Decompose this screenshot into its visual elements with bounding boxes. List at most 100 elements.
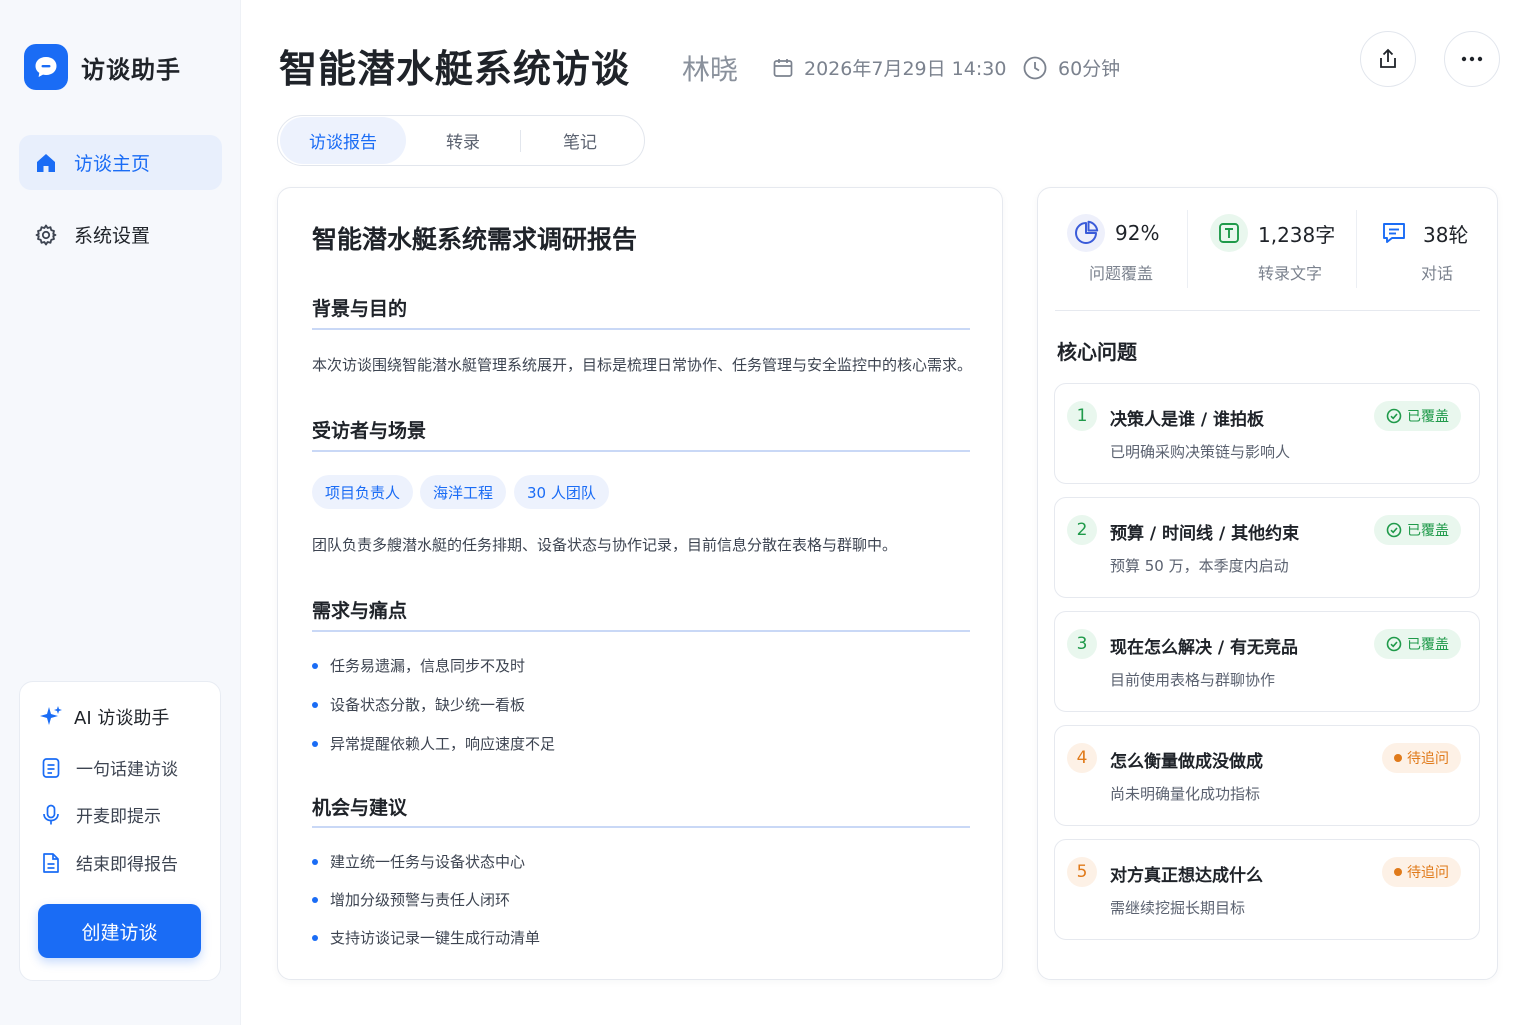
core-questions-title: 核心问题 bbox=[1057, 340, 1137, 364]
feature-label: 开麦即提示 bbox=[76, 807, 161, 827]
pie-chart-icon bbox=[1067, 214, 1105, 252]
list-item: 异常提醒依赖人工，响应速度不足 bbox=[312, 733, 555, 754]
panel-divider bbox=[1055, 310, 1480, 311]
question-card[interactable]: 1 决策人是谁 / 谁拍板 已明确采购决策链与影响人 已覆盖 bbox=[1054, 383, 1480, 484]
microphone-icon bbox=[40, 804, 62, 826]
section-divider bbox=[312, 328, 970, 330]
question-number: 1 bbox=[1067, 401, 1097, 431]
summary-panel: 92% 问题覆盖 1,238字 转录文字 38轮 对话 核心问题 1 决策人是谁… bbox=[1037, 187, 1498, 980]
question-title: 现在怎么解决 / 有无竞品 bbox=[1110, 638, 1299, 658]
status-badge: 已覆盖 bbox=[1374, 401, 1461, 431]
list-item: 支持访谈记录一键生成行动清单 bbox=[312, 927, 540, 948]
tag-ocean-engineering: 海洋工程 bbox=[420, 475, 507, 509]
question-card[interactable]: 2 预算 / 时间线 / 其他约束 预算 50 万，本季度内启动 已覆盖 bbox=[1054, 497, 1480, 598]
interview-duration: 60分钟 bbox=[1022, 54, 1120, 81]
list-item: 任务易遗漏，信息同步不及时 bbox=[312, 655, 525, 676]
datetime-text: 2026年7月29日 14:30 bbox=[804, 58, 1007, 80]
ai-card-title-text: AI 访谈助手 bbox=[74, 708, 170, 729]
share-button[interactable] bbox=[1360, 31, 1416, 87]
home-icon bbox=[34, 151, 58, 175]
tab-notes[interactable]: 笔记 bbox=[521, 116, 639, 165]
stat-dialog-rounds: 38轮 对话 bbox=[1375, 214, 1468, 283]
question-number: 3 bbox=[1067, 629, 1097, 659]
ai-assistant-card: AI 访谈助手 一句话建访谈 开麦即提示 结束即得报告 创建访谈 bbox=[19, 681, 221, 981]
text-icon bbox=[1210, 214, 1248, 252]
question-summary: 需继续挖掘长期目标 bbox=[1110, 899, 1246, 917]
feature-mic-prompt: 开麦即提示 bbox=[40, 802, 161, 827]
question-summary: 预算 50 万，本季度内启动 bbox=[1110, 557, 1289, 575]
section-heading-background: 背景与目的 bbox=[312, 298, 408, 320]
chat-icon bbox=[1375, 214, 1413, 252]
status-badge: 待追问 bbox=[1382, 743, 1461, 773]
status-text: 已覆盖 bbox=[1407, 637, 1449, 653]
stat-value: 92% bbox=[1115, 221, 1160, 245]
list-item-text: 任务易遗漏，信息同步不及时 bbox=[330, 657, 526, 675]
create-interview-button[interactable]: 创建访谈 bbox=[38, 904, 201, 958]
tab-report[interactable]: 访谈报告 bbox=[280, 117, 406, 164]
status-badge: 已覆盖 bbox=[1374, 515, 1461, 545]
stat-divider bbox=[1187, 210, 1188, 288]
feature-instant-report: 结束即得报告 bbox=[40, 850, 178, 875]
tag-team-size: 30 人团队 bbox=[514, 475, 609, 509]
list-item-text: 建立统一任务与设备状态中心 bbox=[330, 853, 526, 871]
status-text: 已覆盖 bbox=[1407, 409, 1449, 425]
status-text: 已覆盖 bbox=[1407, 523, 1449, 539]
list-item-text: 支持访谈记录一键生成行动清单 bbox=[330, 929, 541, 947]
check-circle-icon bbox=[1386, 636, 1402, 652]
page-title: 智能潜水艇系统访谈 bbox=[279, 47, 631, 91]
tab-transcript[interactable]: 转录 bbox=[406, 116, 520, 165]
brand[interactable]: 访谈助手 bbox=[24, 44, 181, 90]
stat-value: 1,238字 bbox=[1258, 222, 1336, 247]
interview-datetime: 2026年7月29日 14:30 bbox=[772, 54, 1006, 81]
clock-icon bbox=[1022, 55, 1048, 81]
interviewer-name: 林晓 bbox=[682, 53, 739, 86]
report-icon bbox=[40, 852, 62, 874]
question-card[interactable]: 5 对方真正想达成什么 需继续挖掘长期目标 待追问 bbox=[1054, 839, 1480, 940]
feature-label: 结束即得报告 bbox=[76, 855, 178, 875]
question-title: 怎么衡量做成没做成 bbox=[1110, 752, 1263, 772]
interviewee-text: 团队负责多艘潜水艇的任务排期、设备状态与协作记录，目前信息分散在表格与群聊中。 bbox=[312, 536, 898, 554]
check-circle-icon bbox=[1386, 408, 1402, 424]
more-icon bbox=[1461, 56, 1483, 62]
stat-transcript-words: 1,238字 转录文字 bbox=[1210, 214, 1336, 283]
share-icon bbox=[1377, 47, 1399, 71]
list-item: 建立统一任务与设备状态中心 bbox=[312, 851, 525, 872]
pending-dot-icon bbox=[1394, 868, 1402, 876]
stat-divider bbox=[1356, 210, 1357, 288]
pending-dot-icon bbox=[1394, 754, 1402, 762]
section-heading-interviewee: 受访者与场景 bbox=[312, 420, 427, 442]
tag-project-lead: 项目负责人 bbox=[312, 475, 414, 509]
sparkle-icon bbox=[38, 704, 64, 730]
status-badge: 待追问 bbox=[1382, 857, 1461, 887]
check-circle-icon bbox=[1386, 522, 1402, 538]
duration-text: 60分钟 bbox=[1058, 58, 1121, 80]
more-button[interactable] bbox=[1444, 31, 1500, 87]
nav-item-label: 系统设置 bbox=[74, 225, 151, 247]
list-item-text: 设备状态分散，缺少统一看板 bbox=[330, 696, 526, 714]
section-heading-opportunities: 机会与建议 bbox=[312, 797, 408, 819]
question-summary: 目前使用表格与群聊协作 bbox=[1110, 671, 1276, 689]
question-number: 2 bbox=[1067, 515, 1097, 545]
section-heading-pain-points: 需求与痛点 bbox=[312, 600, 408, 622]
status-badge: 已覆盖 bbox=[1374, 629, 1461, 659]
question-card[interactable]: 3 现在怎么解决 / 有无竞品 目前使用表格与群聊协作 已覆盖 bbox=[1054, 611, 1480, 712]
section-divider bbox=[312, 826, 970, 828]
question-title: 决策人是谁 / 谁拍板 bbox=[1110, 410, 1265, 430]
feature-label: 一句话建访谈 bbox=[76, 760, 178, 780]
background-text: 本次访谈围绕智能潜水艇管理系统展开，目标是梳理日常协作、任务管理与安全监控中的核… bbox=[312, 356, 973, 374]
ai-card-title: AI 访谈助手 bbox=[38, 704, 169, 730]
tab-bar: 访谈报告 转录 笔记 bbox=[277, 115, 645, 166]
question-number: 4 bbox=[1067, 743, 1097, 773]
question-card[interactable]: 4 怎么衡量做成没做成 尚未明确量化成功指标 待追问 bbox=[1054, 725, 1480, 826]
stat-label: 转录文字 bbox=[1258, 264, 1323, 283]
chat-bubble-logo-icon bbox=[24, 44, 68, 90]
gear-icon bbox=[34, 223, 58, 247]
nav-item-settings[interactable]: 系统设置 bbox=[19, 207, 222, 262]
list-item: 设备状态分散，缺少统一看板 bbox=[312, 694, 525, 715]
calendar-icon bbox=[772, 57, 794, 79]
feature-one-sentence: 一句话建访谈 bbox=[40, 755, 178, 780]
stat-coverage: 92% 问题覆盖 bbox=[1067, 214, 1160, 283]
list-item-text: 异常提醒依赖人工，响应速度不足 bbox=[330, 735, 556, 753]
report-card: 智能潜水艇系统需求调研报告 背景与目的 本次访谈围绕智能潜水艇管理系统展开，目标… bbox=[277, 187, 1003, 980]
nav-item-home[interactable]: 访谈主页 bbox=[19, 135, 222, 190]
